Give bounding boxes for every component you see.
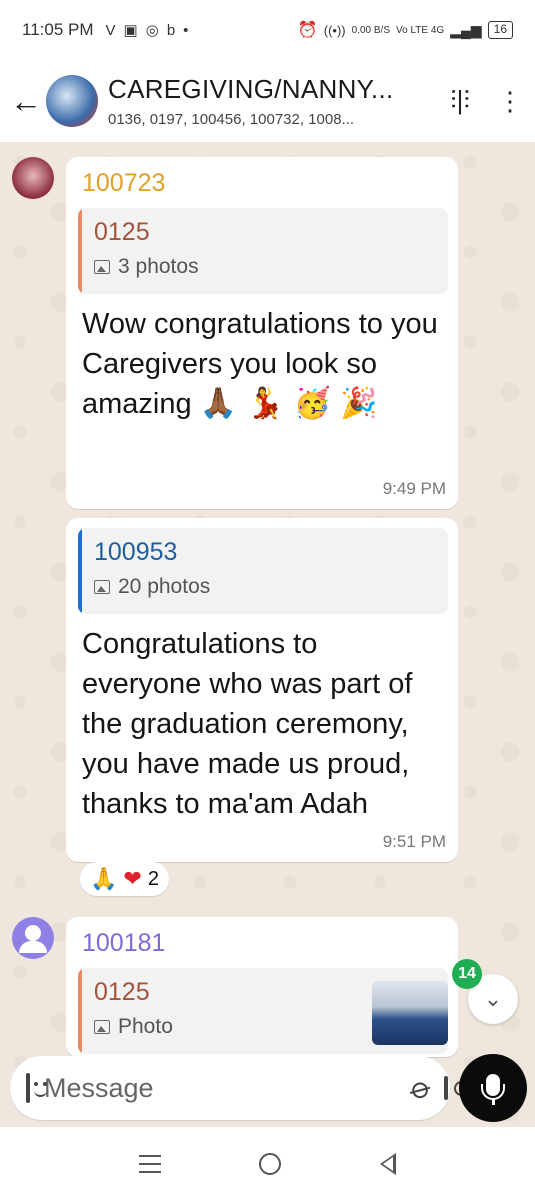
group-title: CAREGIVING/NANNY... [108,74,394,104]
notification-icons: V ▣ ◎ b • [105,21,189,40]
more-notifications-icon: • [183,21,189,39]
chat-area[interactable]: 100723 0125 3 photos Wow congratulations… [0,142,535,1127]
group-info[interactable]: CAREGIVING/NANNY... 0136, 0197, 100456, … [108,74,435,128]
message-bubble[interactable]: 100723 0125 3 photos Wow congratulations… [66,157,458,509]
alarm-icon: ⏰ [297,22,318,39]
message-input[interactable] [44,1072,398,1104]
signal-icon: ▂▄▆ [450,21,482,38]
mic-button[interactable] [459,1054,527,1122]
vpn-notification-icon: V [105,21,116,39]
back-triangle-icon[interactable] [379,1153,396,1175]
message-time: 9:49 PM [382,479,446,498]
system-nav-bar [0,1128,535,1200]
quoted-meta: 20 photos [94,575,434,599]
quoted-meta-text: Photo [118,1015,173,1038]
home-icon[interactable] [259,1153,282,1175]
composer-bar: ⌀ [0,1048,535,1128]
quoted-meta-text: 20 photos [118,575,211,598]
pray-reaction-icon: 🙏 [90,866,118,892]
sender-name[interactable]: 100723 [82,169,448,198]
back-arrow-icon[interactable]: ← [6,83,46,120]
reaction-count: 2 [147,867,159,890]
browser-notification-icon: b [166,21,176,39]
quoted-meta: 3 photos [94,255,434,279]
sender-name[interactable]: 100181 [82,929,448,958]
heart-reaction-icon: ❤ [123,866,142,892]
status-time: 11:05 PM [22,20,94,39]
input-pill: ⌀ [10,1056,470,1120]
message-text: Congratulations to everyone who was part… [82,628,413,820]
microphone-icon [481,1074,505,1105]
message-text: Wow congratulations to you Caregivers yo… [78,304,448,424]
app-notification-icon: ▣ [123,22,138,39]
sender-avatar[interactable] [12,157,54,199]
quoted-sender: 0125 [94,218,150,246]
network-indicator: Vo LTE 4G [396,24,445,36]
photo-icon [94,1020,110,1034]
more-options-icon[interactable]: ⋮ [485,86,535,117]
chat-header: ← CAREGIVING/NANNY... 0136, 0197, 100456… [0,60,535,142]
photo-icon [94,580,110,594]
message-emojis: 🙏🏾 💃 🥳 🎉 [199,386,378,421]
default-avatar-icon[interactable] [12,917,54,959]
sticker-icon[interactable] [26,1073,47,1103]
group-members: 0136, 0197, 100456, 100732, 1008... [108,111,355,128]
hotspot-icon: ((•)) [323,22,346,38]
quoted-message[interactable]: 100953 20 photos [78,528,448,614]
battery-icon: 16 [487,21,513,39]
status-right: ⏰ ((•)) 0.00 B/S Vo LTE 4G ▂▄▆ 16 [298,20,513,40]
quoted-message[interactable]: 0125 3 photos [78,208,448,294]
quoted-sender: 100953 [94,538,178,566]
quoted-photo-thumbnail[interactable] [372,981,448,1045]
attach-icon[interactable]: ⌀ [404,1068,437,1107]
voice-chat-icon[interactable]: ⫶|⫶ [435,85,485,117]
reaction-pill[interactable]: 🙏 ❤ 2 [80,862,169,896]
quoted-meta-text: 3 photos [118,255,199,278]
message-time: 9:51 PM [382,832,446,851]
whatsapp-notification-icon: ◎ [145,22,159,39]
group-avatar[interactable] [46,75,98,127]
photo-icon [94,260,110,274]
status-bar: 11:05 PM V ▣ ◎ b • ⏰ ((•)) 0.00 B/S Vo L… [0,0,535,60]
message-bubble[interactable]: 100181 0125 Photo [66,917,458,1057]
message-bubble[interactable]: 100953 20 photos Congratulations to ever… [66,518,458,862]
camera-icon[interactable] [444,1076,470,1100]
net-speed: 0.00 B/S [351,24,390,36]
recent-apps-icon[interactable] [139,1155,162,1173]
unread-count-badge: 14 [452,959,482,989]
